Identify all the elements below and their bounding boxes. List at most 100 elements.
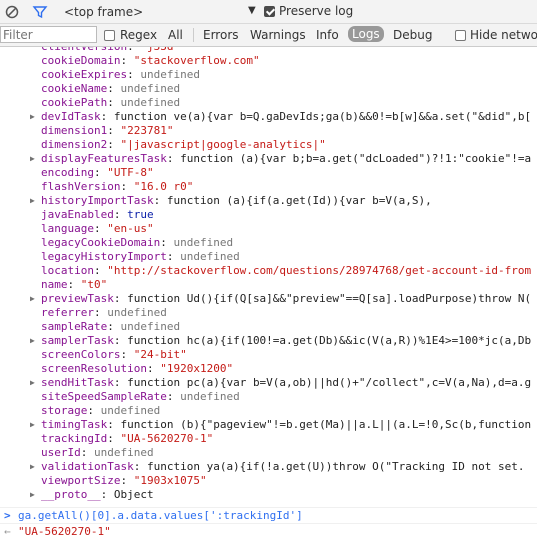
- expand-triangle-icon[interactable]: ▶: [30, 376, 35, 390]
- property-value: "1903x1075": [133, 474, 207, 487]
- property-value: function (a){if(a.get(Id)){var b=V(a,S),: [166, 194, 432, 207]
- expand-triangle-icon[interactable]: ▶: [30, 488, 35, 502]
- filter-input[interactable]: [0, 26, 97, 43]
- preserve-log-checkbox[interactable]: [264, 5, 275, 17]
- property-value: "1920x1200": [160, 362, 234, 375]
- expand-triangle-icon[interactable]: ▶: [30, 334, 35, 348]
- console-command-row: > ga.getAll()[0].a.data.values[':trackin…: [0, 507, 537, 524]
- result-return-icon: ←: [4, 525, 11, 538]
- level-filter-logs[interactable]: Logs: [348, 26, 384, 42]
- command-prompt-icon: >: [4, 509, 11, 522]
- property-separator: :: [93, 166, 108, 179]
- regex-checkbox[interactable]: [104, 29, 115, 41]
- property-separator: :: [93, 264, 108, 277]
- property-value: "223781": [120, 124, 174, 137]
- property-value: function Ud(){if(Q[sa]&&"preview"==Q[sa]…: [127, 292, 532, 305]
- level-filter-info[interactable]: Info: [316, 28, 339, 42]
- property-entry: userId: undefined: [41, 446, 154, 460]
- property-key: sendHitTask: [41, 376, 114, 389]
- property-key: language: [41, 222, 94, 235]
- expand-triangle-icon[interactable]: ▶: [30, 110, 35, 124]
- property-separator: :: [153, 194, 167, 207]
- property-entry: previewTask: function Ud(){if(Q[sa]&&"pr…: [41, 292, 531, 306]
- property-entry: devIdTask: function ve(a){var b=Q.gaDevI…: [41, 110, 531, 124]
- frame-selector[interactable]: <top frame>: [64, 5, 143, 19]
- property-key: samplerTask: [41, 334, 114, 347]
- frame-dropdown-icon[interactable]: ▼: [248, 5, 256, 16]
- property-value: function ya(a){if(!a.get(U))throw O("Tra…: [146, 460, 525, 473]
- property-key: screenResolution: [41, 362, 147, 375]
- property-separator: :: [113, 292, 128, 305]
- result-text[interactable]: "UA-5620270-1": [18, 525, 111, 538]
- property-key: cookieName: [41, 82, 108, 95]
- property-entry: language: "en-us": [41, 222, 154, 236]
- property-value: function pc(a){var b=V(a,ob)||hd()+"/col…: [127, 376, 532, 389]
- property-key: cookieDomain: [41, 54, 121, 67]
- property-key: userId: [41, 446, 81, 459]
- property-value: undefined: [120, 96, 181, 109]
- expand-triangle-icon[interactable]: ▶: [30, 152, 35, 166]
- expand-triangle-icon[interactable]: ▶: [30, 418, 35, 432]
- hide-network-checkbox[interactable]: [455, 29, 466, 41]
- property-value: undefined: [107, 306, 167, 319]
- property-value: "en-us": [107, 222, 154, 235]
- property-separator: :: [107, 124, 121, 137]
- property-value: undefined: [120, 82, 181, 95]
- property-value: function (b){"pageview"!=b.get(Ma)||a.L|…: [120, 418, 532, 431]
- property-entry: location: "http://stackoverflow.com/ques…: [41, 264, 531, 278]
- property-entry: encoding: "UTF-8": [41, 166, 154, 180]
- property-separator: :: [107, 138, 121, 151]
- property-separator: :: [120, 474, 134, 487]
- property-key: encoding: [41, 166, 94, 179]
- level-filter-warnings[interactable]: Warnings: [250, 28, 306, 42]
- property-key: legacyCookieDomain: [41, 236, 161, 249]
- property-separator: :: [107, 82, 121, 95]
- property-separator: :: [113, 208, 128, 221]
- property-separator: :: [113, 334, 128, 347]
- property-entry: clientVersion: "j33d": [41, 47, 180, 54]
- property-separator: :: [133, 460, 147, 473]
- property-separator: :: [87, 404, 101, 417]
- property-key: sampleRate: [41, 320, 108, 333]
- console-filter-bar: Regex All Errors Warnings Info Logs Debu…: [0, 24, 537, 47]
- clear-console-icon[interactable]: [4, 4, 20, 20]
- property-separator: :: [120, 180, 134, 193]
- property-entry: javaEnabled: true: [41, 208, 154, 222]
- filter-icon[interactable]: [32, 4, 48, 20]
- preserve-log-toggle[interactable]: Preserve log: [264, 4, 353, 18]
- hide-network-toggle[interactable]: Hide network: [455, 28, 537, 42]
- property-separator: :: [107, 96, 121, 109]
- level-separator: [193, 28, 194, 42]
- property-value: "24-bit": [133, 348, 187, 361]
- property-entry: screenResolution: "1920x1200": [41, 362, 233, 376]
- property-key: devIdTask: [41, 110, 101, 123]
- property-value: "j33d": [140, 47, 180, 53]
- property-value: undefined: [94, 446, 154, 459]
- expand-triangle-icon[interactable]: ▶: [30, 292, 35, 306]
- level-filter-debug[interactable]: Debug: [393, 28, 432, 42]
- expand-triangle-icon[interactable]: ▶: [30, 194, 35, 208]
- property-entry: samplerTask: function hc(a){if(100!=a.ge…: [41, 334, 531, 348]
- property-separator: :: [127, 68, 141, 81]
- property-key: dimension1: [41, 124, 108, 137]
- expand-triangle-icon[interactable]: ▶: [30, 460, 35, 474]
- property-separator: :: [93, 306, 108, 319]
- regex-label: Regex: [120, 28, 158, 42]
- regex-toggle[interactable]: Regex: [104, 28, 157, 42]
- property-key: displayFeaturesTask: [41, 152, 167, 165]
- property-value: undefined: [180, 390, 240, 403]
- property-separator: :: [100, 488, 114, 501]
- console-output: clientVersion: "j33d"cookieDomain: "stac…: [0, 47, 537, 547]
- level-filter-all[interactable]: All: [168, 28, 183, 42]
- property-value: "UTF-8": [107, 166, 154, 179]
- property-entry: legacyCookieDomain: undefined: [41, 236, 233, 250]
- property-key: trackingId: [41, 432, 108, 445]
- property-separator: :: [166, 250, 181, 263]
- property-value: undefined: [100, 404, 161, 417]
- property-value: "t0": [80, 278, 108, 291]
- property-key: clientVersion: [41, 47, 127, 53]
- property-entry: cookieDomain: "stackoverflow.com": [41, 54, 260, 68]
- property-entry: sendHitTask: function pc(a){var b=V(a,ob…: [41, 376, 531, 390]
- level-filter-errors[interactable]: Errors: [203, 28, 239, 42]
- property-separator: :: [166, 390, 181, 403]
